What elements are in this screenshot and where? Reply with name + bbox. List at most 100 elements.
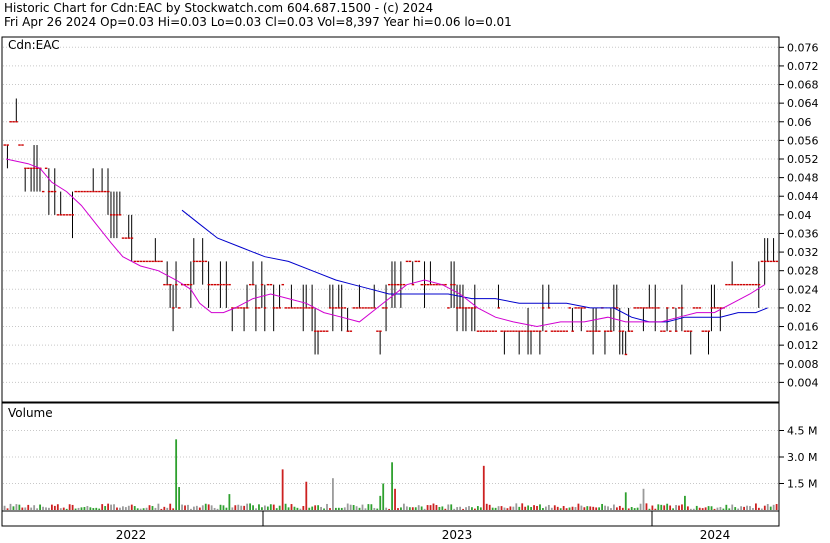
- volume-bar: [252, 505, 254, 510]
- price-tick-label: 0.028: [787, 265, 819, 278]
- volume-bar: [509, 506, 512, 510]
- volume-bar: [24, 507, 27, 510]
- volume-bar: [456, 507, 459, 510]
- volume-bar: [74, 508, 77, 510]
- volume-bar: [382, 483, 385, 510]
- volume-bar: [136, 508, 139, 510]
- volume-bar: [163, 506, 166, 510]
- volume-bar: [228, 494, 231, 510]
- volume-bar: [53, 505, 56, 510]
- volume-bar: [411, 507, 414, 510]
- volume-bar: [51, 504, 53, 510]
- volume-tick-label: 3.0 M: [787, 451, 817, 464]
- volume-bar: [201, 505, 204, 510]
- price-tick-label: 0.036: [787, 227, 819, 240]
- volume-bar: [151, 506, 154, 510]
- volume-bar: [95, 507, 98, 510]
- volume-bar: [468, 506, 470, 510]
- volume-bar: [556, 506, 559, 510]
- volume-bar: [772, 504, 775, 510]
- volume-bar: [645, 503, 648, 510]
- volume-bar: [734, 507, 737, 510]
- volume-bar: [737, 508, 740, 510]
- volume-bar: [124, 507, 127, 510]
- volume-bar: [293, 506, 296, 510]
- volume-bar: [417, 505, 420, 510]
- volume-bar: [743, 506, 745, 510]
- volume-tick-label: 1.5 M: [787, 478, 817, 491]
- volume-bar: [361, 504, 364, 510]
- volume-bar: [577, 503, 580, 510]
- volume-bar: [269, 504, 272, 510]
- volume-bar: [500, 506, 503, 510]
- volume-bar: [213, 507, 216, 510]
- volume-bar: [231, 507, 234, 510]
- price-tick-label: 0.044: [787, 190, 819, 203]
- volume-bar: [583, 507, 586, 510]
- volume-bar: [169, 503, 172, 510]
- volume-bar: [521, 503, 524, 510]
- volume-bar: [766, 504, 769, 510]
- volume-bar: [27, 504, 30, 510]
- volume-bar: [240, 505, 243, 510]
- price-tick-label: 0.02: [787, 302, 812, 315]
- volume-bar: [394, 488, 396, 510]
- volume-bar: [474, 508, 476, 510]
- volume-bar: [444, 508, 447, 510]
- price-tick-label: 0.012: [787, 339, 819, 352]
- volume-bar: [222, 505, 225, 510]
- volume-bar: [760, 508, 763, 510]
- volume-bar: [287, 507, 290, 510]
- volume-bar: [423, 508, 426, 510]
- price-tick-label: 0.048: [787, 172, 819, 185]
- volume-bar: [610, 508, 612, 510]
- volume-bar: [385, 507, 388, 510]
- volume-bar: [769, 506, 772, 510]
- volume-bar: [598, 507, 601, 510]
- volume-bar: [317, 505, 320, 510]
- volume-bar: [15, 504, 18, 510]
- volume-bar: [71, 504, 74, 510]
- volume-bar: [565, 508, 568, 510]
- volume-bar: [518, 506, 521, 510]
- volume-bar: [323, 508, 325, 510]
- volume-bar: [618, 505, 621, 510]
- volume-bar: [62, 507, 65, 510]
- volume-bar: [190, 508, 192, 510]
- volume-bar: [210, 505, 213, 510]
- volume-bar: [290, 504, 293, 510]
- volume-bar: [142, 508, 145, 510]
- volume-bar: [636, 507, 639, 510]
- volume-bar: [9, 503, 12, 510]
- volume-bar: [479, 507, 482, 510]
- volume-bar: [633, 508, 636, 510]
- volume-bar: [574, 507, 577, 510]
- volume-bar: [216, 508, 219, 510]
- volume-bar: [107, 503, 110, 510]
- volume-bar: [692, 508, 695, 510]
- price-tick-label: 0.04: [787, 209, 812, 222]
- volume-bar: [403, 503, 405, 510]
- volume-bar: [571, 506, 574, 510]
- volume-bar: [589, 506, 592, 510]
- volume-bar: [746, 505, 748, 510]
- volume-bar: [630, 507, 633, 510]
- volume-bar: [296, 507, 299, 510]
- volume-bar: [160, 508, 163, 510]
- volume-bar: [255, 508, 257, 510]
- volume-bar: [559, 508, 562, 510]
- volume-bar: [497, 506, 500, 510]
- volume-bar: [639, 503, 642, 510]
- volume-bar: [127, 505, 130, 510]
- volume-bar: [299, 508, 302, 510]
- volume-bar: [728, 508, 731, 510]
- volume-bar: [181, 504, 183, 510]
- volume-bar: [343, 507, 346, 510]
- volume-bar: [39, 504, 41, 510]
- volume-bar: [172, 508, 175, 510]
- price-tick-label: 0.072: [787, 60, 819, 73]
- volume-bar: [420, 506, 423, 510]
- chart-background: [0, 0, 830, 543]
- volume-bar: [30, 507, 33, 510]
- volume-bar: [536, 505, 538, 510]
